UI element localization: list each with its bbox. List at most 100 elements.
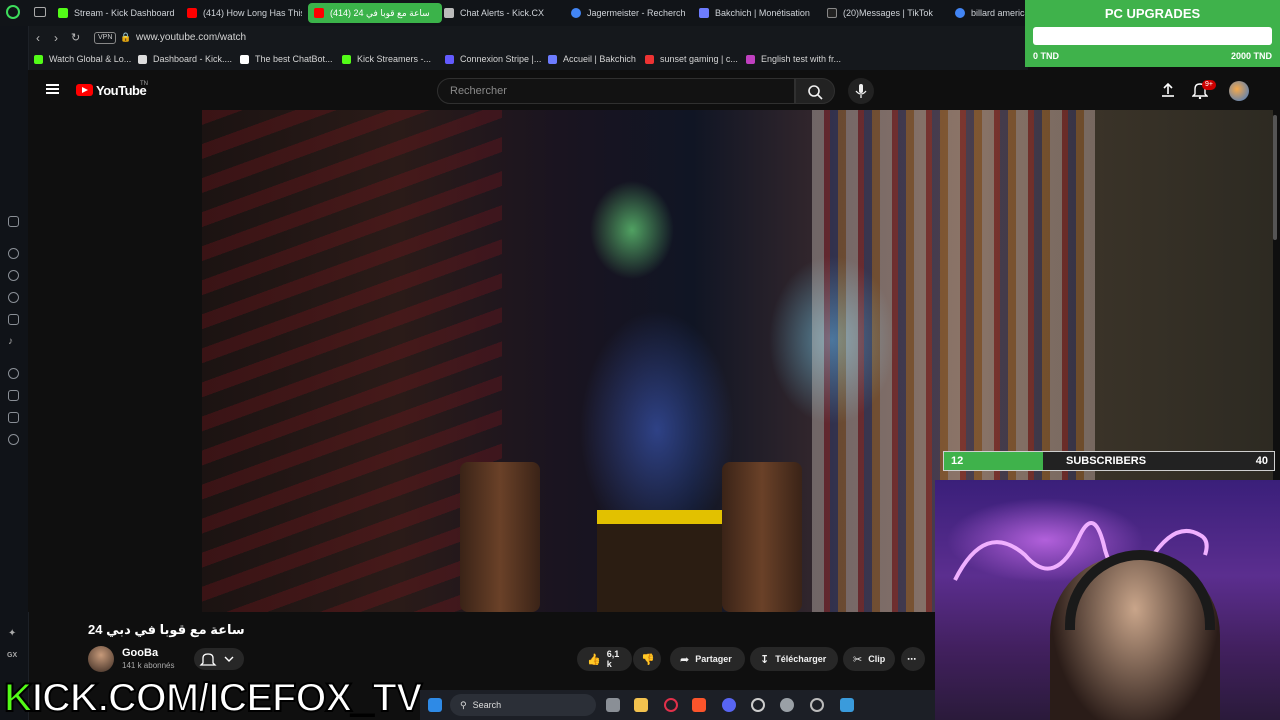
lock-icon[interactable]: 🔒 (120, 32, 131, 43)
chat-alerts-icon (444, 8, 454, 18)
tab-label: (414) 24 ساعة مع قوبا في (330, 7, 430, 18)
search-button[interactable] (795, 78, 835, 104)
bookmark-label: Accueil | Bakchich (563, 54, 636, 64)
bookmark-item[interactable]: Dashboard - Kick.... (138, 54, 232, 64)
taskbar-search-label: Search (472, 700, 502, 710)
whatsapp-icon[interactable] (8, 292, 19, 303)
tab-bakchich[interactable]: Bakchich | Monétisation (699, 3, 814, 23)
voice-search-button[interactable] (848, 78, 874, 104)
subscriber-count: 141 k abonnés (122, 661, 175, 670)
opera-gx-logo-icon[interactable] (6, 5, 20, 19)
file-explorer-icon[interactable] (634, 698, 648, 712)
search-icon (808, 85, 823, 100)
page-scrollbar[interactable] (1273, 115, 1277, 240)
bookmark-item[interactable]: Connexion Stripe |... (445, 54, 541, 64)
messenger-icon[interactable] (8, 270, 19, 281)
google-icon (955, 8, 965, 18)
bookmark-item[interactable]: Watch Global & Lo... (34, 54, 131, 64)
download-button[interactable]: ↧ Télécharger (750, 647, 838, 671)
create-button[interactable] (1160, 82, 1176, 103)
subscribers-label: SUBSCRIBERS (1066, 455, 1147, 467)
tab-youtube-video[interactable]: (414) How Long Has This (187, 3, 302, 23)
history-icon[interactable] (8, 412, 19, 423)
tiktok-icon[interactable]: ♪ (8, 336, 19, 347)
windows-taskbar: ⚲ Search (420, 690, 935, 720)
account-avatar[interactable] (1229, 81, 1249, 101)
tab-chat-alerts[interactable]: Chat Alerts - Kick.CX (444, 3, 559, 23)
channel-avatar[interactable] (88, 646, 114, 672)
search-input[interactable] (448, 84, 782, 98)
channel-name[interactable]: GooBa (122, 647, 158, 659)
clip-button[interactable]: ✂ Clip (843, 647, 895, 671)
discord-icon[interactable] (722, 698, 736, 712)
bookmark-item[interactable]: Kick Streamers -... (342, 54, 431, 64)
back-icon[interactable]: ‹ (36, 31, 40, 45)
brave-icon[interactable] (692, 698, 706, 712)
settings-icon[interactable] (780, 698, 794, 712)
kick-icon (34, 54, 43, 64)
bookmark-item[interactable]: Accueil | Bakchich (548, 54, 636, 64)
pinboard-icon[interactable] (8, 390, 19, 401)
ai-icon[interactable] (8, 248, 19, 259)
more-actions-button[interactable]: ⋯ (901, 647, 925, 671)
bookmark-item[interactable]: The best ChatBot... (240, 54, 333, 64)
task-view-icon[interactable] (606, 698, 620, 712)
stripe-icon (445, 54, 454, 64)
share-label: Partager (695, 654, 732, 664)
video-title: 24 ساعة مع قوبا في دبي (88, 622, 245, 637)
vpn-badge[interactable]: VPN (94, 32, 117, 44)
obs-icon[interactable] (751, 698, 765, 712)
url-field[interactable]: www.youtube.com/watch (136, 32, 246, 43)
download-icon: ↧ (760, 653, 770, 666)
opera-gx-icon[interactable] (664, 698, 678, 712)
reload-icon[interactable]: ↻ (71, 31, 80, 44)
thumbs-up-icon: 👍 (587, 653, 601, 666)
youtube-logo-icon[interactable] (76, 84, 93, 96)
pin-icon[interactable]: ✦ (8, 628, 19, 639)
kick-url-text: KICK.COM/ICEFOX_TV (3, 675, 424, 720)
tab-youtube-active[interactable]: (414) 24 ساعة مع قوبا في (308, 3, 442, 23)
chatbot-icon (240, 54, 249, 64)
instagram-icon[interactable] (8, 314, 19, 325)
kick-url-initial: K (3, 675, 34, 720)
subscribers-target: 40 (1255, 455, 1268, 467)
tab-label: Bakchich | Monétisation (715, 8, 810, 18)
windows-start-icon[interactable] (428, 698, 442, 712)
youtube-icon (314, 8, 324, 18)
tab-billard[interactable]: billard america (955, 3, 1025, 23)
youtube-logo-text[interactable]: YouTube (96, 83, 147, 98)
forward-icon[interactable]: › (54, 31, 58, 45)
bookmark-item[interactable]: English test with fr... (746, 54, 841, 64)
address-bar: ‹ › ↻ VPN 🔒 www.youtube.com/watch (28, 26, 1028, 50)
subscribers-current: 12 (951, 455, 964, 467)
video-frame-barrel (460, 462, 540, 612)
tab-label: Chat Alerts - Kick.CX (460, 8, 545, 18)
bookmark-item[interactable]: sunset gaming | c... (645, 54, 738, 64)
tab-kick-dashboard[interactable]: Stream - Kick Dashboard (58, 3, 183, 23)
kick-channel-url-overlay: KICK.COM/ICEFOX_TV (3, 675, 424, 720)
app-icon[interactable] (840, 698, 854, 712)
app-icon[interactable] (810, 698, 824, 712)
share-icon: ➦ (680, 653, 690, 666)
tab-label: (414) How Long Has This (203, 8, 302, 18)
player-icon[interactable] (8, 368, 19, 379)
goal-min-label: 0 TND (1033, 51, 1060, 61)
settings-icon[interactable] (8, 434, 19, 445)
menu-icon[interactable] (46, 84, 59, 94)
sunset-gaming-icon (645, 54, 654, 64)
dislike-button[interactable]: 👎 (633, 647, 661, 671)
subscription-notifications-button[interactable] (194, 648, 244, 670)
bookmark-label: Watch Global & Lo... (49, 54, 132, 64)
taskbar-search[interactable]: ⚲ Search (450, 694, 596, 716)
like-button[interactable]: 👍 6,1 k (577, 647, 632, 671)
tab-label: (20)Messages | TikTok (843, 8, 933, 18)
tab-overview-icon[interactable] (34, 7, 46, 17)
tab-google-search[interactable]: Jagermeister - Recherch (571, 3, 686, 23)
search-icon: ⚲ (460, 699, 467, 710)
gx-corner-icon[interactable] (8, 216, 19, 227)
tab-tiktok[interactable]: (20)Messages | TikTok (827, 3, 942, 23)
upload-icon (1162, 82, 1174, 97)
gx-label[interactable]: GX (7, 652, 17, 659)
share-button[interactable]: ➦ Partager (670, 647, 745, 671)
bell-icon (199, 653, 234, 666)
